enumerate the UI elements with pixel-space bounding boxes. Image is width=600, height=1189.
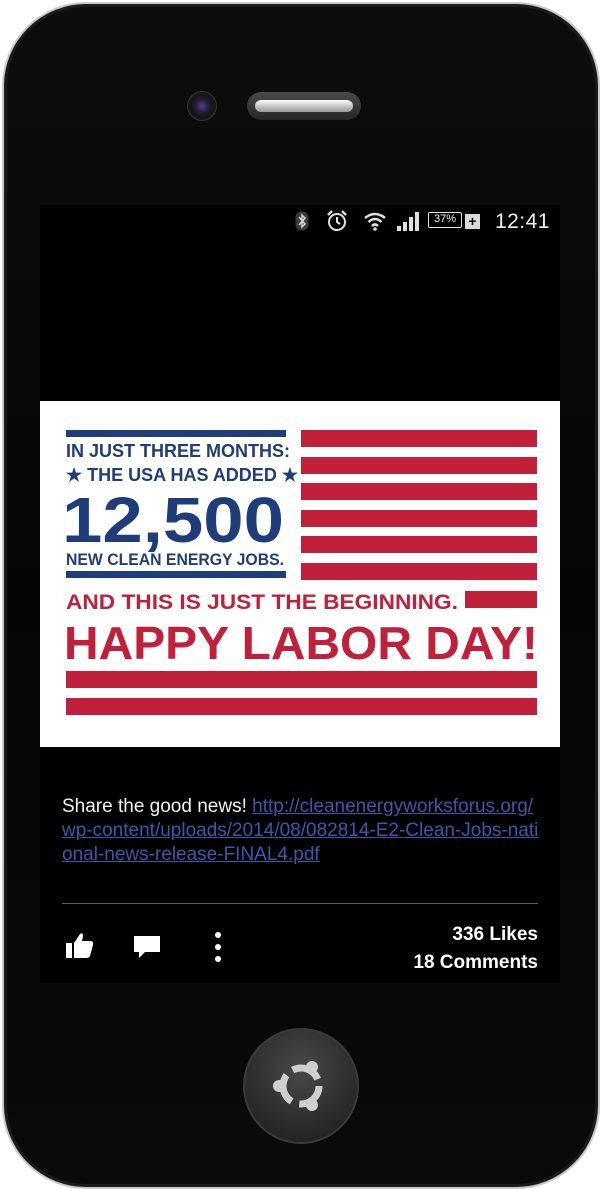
divider: [62, 903, 538, 904]
front-camera: [187, 91, 217, 121]
bluetooth-icon: [294, 211, 310, 231]
like-button[interactable]: [64, 929, 96, 961]
charging-plus-icon: +: [465, 214, 480, 229]
wifi-icon: [363, 211, 387, 231]
speaker-grille: [255, 100, 353, 112]
image-line-5: HAPPY LABOR DAY!: [64, 617, 538, 669]
phone-screen: 37% + 12:41 IN JUST THREE MONTHS: ★ THE …: [40, 205, 560, 983]
earpiece-speaker: [247, 92, 361, 120]
likes-count[interactable]: 336 Likes: [413, 921, 538, 949]
image-line-3: NEW CLEAN ENERGY JOBS.: [66, 550, 284, 569]
post-stats: 336 Likes 18 Comments: [413, 921, 538, 977]
comment-button[interactable]: [132, 931, 162, 963]
clock: 12:41: [494, 210, 550, 233]
stripe-8: [66, 671, 537, 688]
labor-day-graphic: IN JUST THREE MONTHS: ★ THE USA HAS ADDE…: [62, 430, 538, 715]
stripe-1: [301, 430, 537, 447]
stripe-3: [301, 483, 537, 500]
image-number: 12,500: [62, 484, 284, 556]
comments-count[interactable]: 18 Comments: [413, 949, 538, 977]
blue-top-bar: [66, 430, 286, 437]
post-image[interactable]: IN JUST THREE MONTHS: ★ THE USA HAS ADDE…: [40, 401, 560, 747]
stripe-9: [66, 698, 537, 715]
blue-bottom-bar: [66, 571, 286, 578]
post-caption: Share the good news! http://cleanenergyw…: [62, 795, 542, 867]
like-icon: [66, 933, 94, 958]
comment-icon: [134, 936, 160, 958]
stripe-7: [465, 591, 537, 608]
battery-icon: 37%: [428, 212, 462, 228]
signal-icon: [396, 211, 422, 231]
image-line-2: ★ THE USA HAS ADDED ★: [66, 465, 299, 485]
more-options-button[interactable]: [208, 929, 228, 965]
status-bar: 37% + 12:41: [40, 205, 560, 237]
post-caption-text: Share the good news!: [62, 796, 253, 817]
stripe-5: [301, 536, 537, 553]
stripe-6: [301, 563, 537, 580]
stripe-2: [301, 457, 537, 474]
more-icon: [215, 932, 221, 962]
image-line-1: IN JUST THREE MONTHS:: [66, 441, 290, 461]
alarm-icon: [325, 210, 349, 231]
ubuntu-logo-icon: [273, 1061, 323, 1111]
home-button[interactable]: [243, 1028, 359, 1144]
image-line-4: AND THIS IS JUST THE BEGINNING.: [66, 591, 458, 614]
stripe-4: [301, 510, 537, 527]
